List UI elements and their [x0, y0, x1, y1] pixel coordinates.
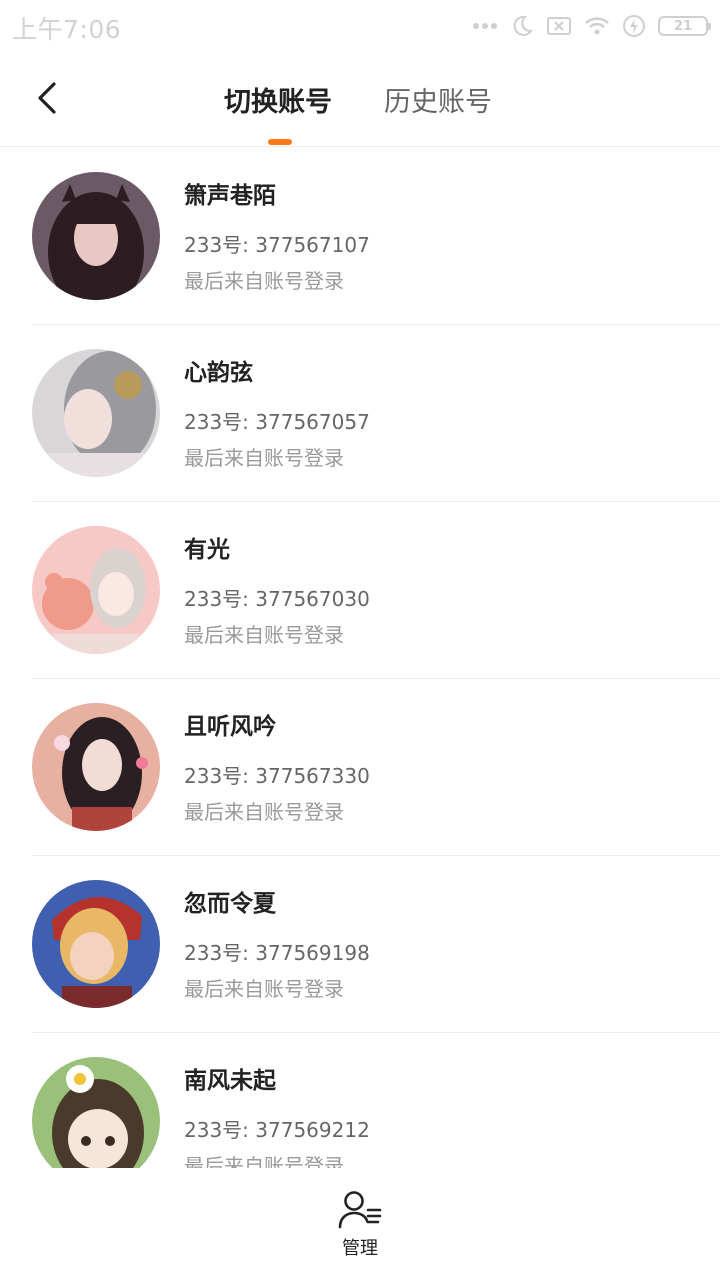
- avatar: [32, 349, 160, 477]
- account-uid: 233号: 377567330: [184, 764, 370, 788]
- avatar: [32, 526, 160, 654]
- account-item[interactable]: 且听风吟 233号: 377567330 最后来自账号登录: [0, 679, 720, 856]
- charging-icon: [622, 14, 646, 38]
- last-login-text: 最后来自账号登录: [184, 1154, 344, 1168]
- account-name: 有光: [184, 537, 230, 563]
- account-list: 箫声巷陌 233号: 377567107 最后来自账号登录 心韵弦 233号: …: [0, 148, 720, 1168]
- battery-level: 21: [673, 18, 693, 34]
- account-uid: 233号: 377569212: [184, 1118, 370, 1142]
- account-uid: 233号: 377567107: [184, 233, 370, 257]
- more-dots-icon: [472, 22, 498, 30]
- bottom-bar: 管理: [0, 1168, 720, 1280]
- wifi-icon: [584, 15, 610, 37]
- account-name: 忽而令夏: [184, 891, 276, 917]
- tab-switch-account[interactable]: 切换账号: [224, 80, 332, 119]
- avatar: [32, 172, 160, 300]
- last-login-text: 最后来自账号登录: [184, 800, 344, 824]
- account-item[interactable]: 忽而令夏 233号: 377569198 最后来自账号登录: [0, 856, 720, 1033]
- tab-history-account[interactable]: 历史账号: [384, 80, 492, 119]
- account-uid: 233号: 377569198: [184, 941, 370, 965]
- account-name: 箫声巷陌: [184, 183, 276, 209]
- account-item[interactable]: 有光 233号: 377567030 最后来自账号登录: [0, 502, 720, 679]
- moon-icon: [510, 14, 534, 38]
- last-login-text: 最后来自账号登录: [184, 623, 344, 647]
- sim-off-icon: [546, 15, 572, 37]
- chevron-left-icon: [38, 82, 56, 114]
- avatar: [32, 703, 160, 831]
- avatar: [32, 1057, 160, 1168]
- account-uid: 233号: 377567030: [184, 587, 370, 611]
- status-bar: 上午7:06 21: [0, 0, 720, 52]
- header: 切换账号 历史账号: [0, 52, 720, 147]
- manage-label: 管理: [342, 1238, 378, 1259]
- account-name: 南风未起: [184, 1068, 276, 1094]
- avatar: [32, 880, 160, 1008]
- account-name: 心韵弦: [184, 360, 253, 386]
- last-login-text: 最后来自账号登录: [184, 269, 344, 293]
- battery-icon: 21: [658, 16, 711, 36]
- account-name: 且听风吟: [184, 714, 276, 740]
- last-login-text: 最后来自账号登录: [184, 977, 344, 1001]
- status-icons: 21: [472, 12, 711, 40]
- status-time: 上午7:06: [12, 15, 122, 44]
- user-manage-icon: [338, 1191, 382, 1229]
- last-login-text: 最后来自账号登录: [184, 446, 344, 470]
- active-tab-indicator: [268, 139, 292, 145]
- account-item[interactable]: 箫声巷陌 233号: 377567107 最后来自账号登录: [0, 148, 720, 325]
- manage-button[interactable]: 管理: [320, 1190, 400, 1264]
- account-item[interactable]: 南风未起 233号: 377569212 最后来自账号登录: [0, 1033, 720, 1168]
- account-uid: 233号: 377567057: [184, 410, 370, 434]
- account-item[interactable]: 心韵弦 233号: 377567057 最后来自账号登录: [0, 325, 720, 502]
- back-button[interactable]: [24, 74, 72, 122]
